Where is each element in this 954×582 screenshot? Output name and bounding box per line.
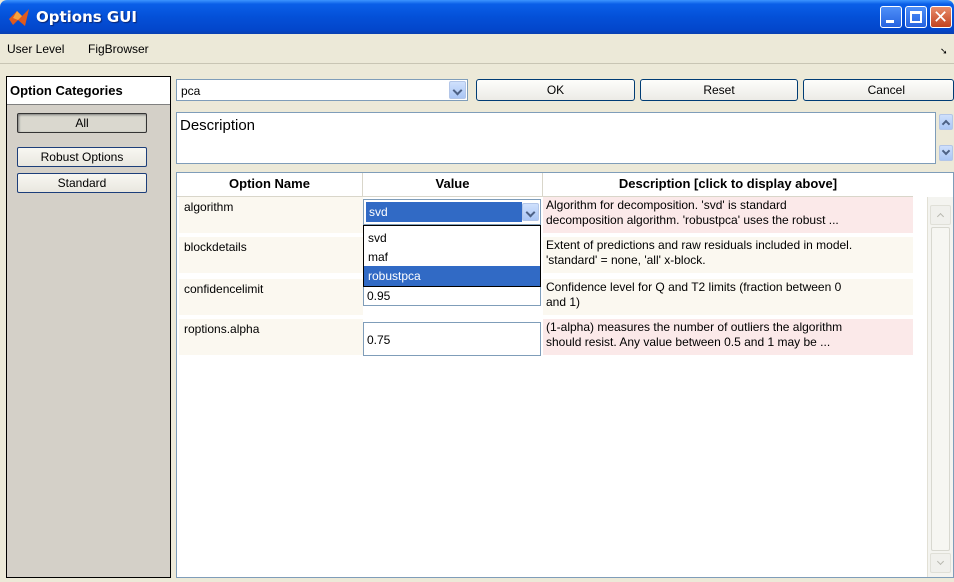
menu-user-level[interactable]: User Level xyxy=(7,42,64,56)
desc-line: Extent of predictions and raw residuals … xyxy=(546,238,853,252)
column-header-value: Value xyxy=(363,173,543,197)
reset-button[interactable]: Reset xyxy=(640,79,798,101)
option-name-algorithm[interactable]: algorithm xyxy=(179,197,363,233)
menu-bar: User Level FigBrowser ➘ xyxy=(0,34,954,64)
chevron-up-icon xyxy=(936,212,945,221)
desc-line: decomposition algorithm. 'robustpca' use… xyxy=(546,213,839,227)
table-scrollbar[interactable] xyxy=(927,197,953,577)
algorithm-dropdown-list: svd maf robustpca xyxy=(363,225,541,287)
option-desc-blockdetails[interactable]: Extent of predictions and raw residuals … xyxy=(543,237,913,273)
dropdown-option-maf[interactable]: maf xyxy=(364,247,540,267)
close-icon: ✕ xyxy=(933,7,949,28)
desc-line: and 1) xyxy=(546,295,581,309)
window-title: Options GUI xyxy=(36,8,138,26)
dropdown-option-robustpca[interactable]: robustpca xyxy=(364,266,540,286)
option-name-blockdetails[interactable]: blockdetails xyxy=(179,237,363,273)
maximize-icon xyxy=(910,11,922,23)
dock-arrow-icon[interactable]: ➘ xyxy=(940,46,948,57)
method-select[interactable]: pca xyxy=(176,79,468,101)
method-select-dropdown-button[interactable] xyxy=(449,81,466,99)
option-desc-confidencelimit[interactable]: Confidence level for Q and T2 limits (fr… xyxy=(543,279,913,315)
minimize-button[interactable] xyxy=(880,6,902,28)
algorithm-selected-value: svd xyxy=(366,202,522,222)
algorithm-dropdown-button[interactable] xyxy=(522,203,539,221)
desc-line: (1-alpha) measures the number of outlier… xyxy=(546,320,843,334)
method-select-value: pca xyxy=(181,84,201,98)
minimize-icon xyxy=(886,20,894,23)
table-scroll-thumb[interactable] xyxy=(931,227,950,551)
category-standard-button[interactable]: Standard xyxy=(17,173,147,193)
table-scroll-up-button[interactable] xyxy=(930,205,951,225)
desc-line: 'standard' = none, 'all' x-block. xyxy=(546,253,706,267)
maximize-button[interactable] xyxy=(905,6,927,28)
option-desc-algorithm[interactable]: Algorithm for decomposition. 'svd' is st… xyxy=(543,197,913,233)
menu-figbrowser[interactable]: FigBrowser xyxy=(88,42,149,56)
desc-line: Confidence level for Q and T2 limits (fr… xyxy=(546,280,842,294)
desc-line: should resist. Any value between 0.5 and… xyxy=(546,335,831,349)
dropdown-option-svd[interactable]: svd xyxy=(364,228,540,248)
column-header-description: Description [click to display above] xyxy=(543,173,913,197)
option-name-confidencelimit[interactable]: confidencelimit xyxy=(179,279,363,315)
chevron-down-icon xyxy=(525,207,536,218)
ok-button[interactable]: OK xyxy=(476,79,635,101)
chevron-up-icon xyxy=(941,119,951,129)
description-scrollbar[interactable] xyxy=(938,112,954,164)
algorithm-value-select[interactable]: svd xyxy=(363,199,541,225)
scroll-up-button[interactable] xyxy=(939,114,953,130)
cancel-button[interactable]: Cancel xyxy=(803,79,954,101)
scroll-down-button[interactable] xyxy=(939,145,953,161)
matlab-icon xyxy=(9,9,29,26)
table-scroll-down-button[interactable] xyxy=(930,553,951,573)
chevron-down-icon xyxy=(941,146,951,156)
option-name-roptions-alpha[interactable]: roptions.alpha xyxy=(179,319,363,355)
column-header-option-name: Option Name xyxy=(177,173,363,197)
option-categories-header: Option Categories xyxy=(7,77,170,105)
roptions-alpha-value-input[interactable]: 0.75 xyxy=(363,322,541,356)
desc-line: Algorithm for decomposition. 'svd' is st… xyxy=(546,198,787,212)
chevron-down-icon xyxy=(936,557,945,566)
chevron-down-icon xyxy=(452,85,463,96)
description-box[interactable]: Description xyxy=(176,112,936,164)
title-bar[interactable]: Options GUI ✕ xyxy=(0,0,954,34)
close-button[interactable]: ✕ xyxy=(930,6,952,28)
option-desc-roptions-alpha[interactable]: (1-alpha) measures the number of outlier… xyxy=(543,319,913,355)
option-categories-panel: Option Categories All Robust Options Sta… xyxy=(6,76,171,578)
options-table: Option Name Value Description [click to … xyxy=(176,172,954,578)
category-all-button[interactable]: All xyxy=(17,113,147,133)
category-robust-options-button[interactable]: Robust Options xyxy=(17,147,147,167)
